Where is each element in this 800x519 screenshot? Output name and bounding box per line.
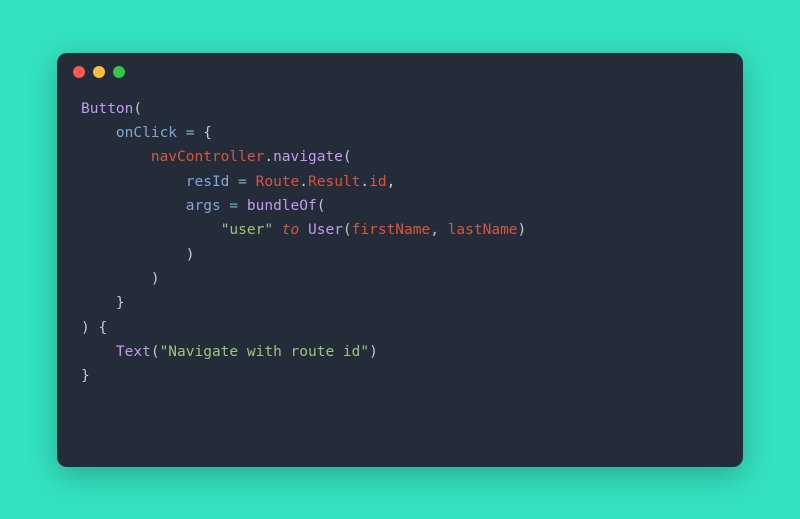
token-prop-resid: resId [186,174,230,190]
token-eq: = [221,198,247,214]
token-id: id [369,174,386,190]
token-paren: ( [133,101,142,117]
token-eq: = [177,125,203,141]
close-icon[interactable] [73,66,85,78]
token-indent [81,222,221,238]
token-navigate: navigate [273,149,343,165]
token-prop-onclick: onClick [116,125,177,141]
code-block: Button( onClick = { navController.naviga… [57,91,743,413]
token-navcontroller: navController [151,149,265,165]
token-fn-text: Text [116,344,151,360]
token-paren: ( [317,198,326,214]
token-brace: { [90,320,107,336]
token-dot: . [360,174,369,190]
token-indent [81,174,186,190]
token-paren: ) [369,344,378,360]
token-dot: . [264,149,273,165]
token-dot: . [299,174,308,190]
token-firstname: firstName [352,222,431,238]
token-paren: ) [151,271,160,287]
token-route: Route [256,174,300,190]
maximize-icon[interactable] [113,66,125,78]
code-window: Button( onClick = { navController.naviga… [57,53,743,467]
token-paren: ( [343,149,352,165]
token-brace: { [203,125,212,141]
minimize-icon[interactable] [93,66,105,78]
token-brace: } [81,368,90,384]
token-eq: = [229,174,255,190]
token-indent [81,247,186,263]
token-fn-button: Button [81,101,133,117]
token-brace: } [116,295,125,311]
token-indent [81,271,151,287]
token-paren: ) [518,222,527,238]
token-paren: ( [151,344,160,360]
token-string-navigate: "Navigate with route id" [160,344,370,360]
token-user-ctor: User [308,222,343,238]
token-string-user: "user" [221,222,273,238]
token-bundleof: bundleOf [247,198,317,214]
token-indent [81,149,151,165]
token-indent [81,295,116,311]
token-result: Result [308,174,360,190]
token-prop-args: args [186,198,221,214]
token-lastname: lastName [448,222,518,238]
token-paren: ) [81,320,90,336]
token-keyword-to: to [273,222,308,238]
token-comma: , [430,222,447,238]
token-comma: , [387,174,396,190]
token-paren: ( [343,222,352,238]
token-indent [81,125,116,141]
token-indent [81,198,186,214]
token-indent [81,344,116,360]
window-titlebar [57,53,743,91]
token-paren: ) [186,247,195,263]
